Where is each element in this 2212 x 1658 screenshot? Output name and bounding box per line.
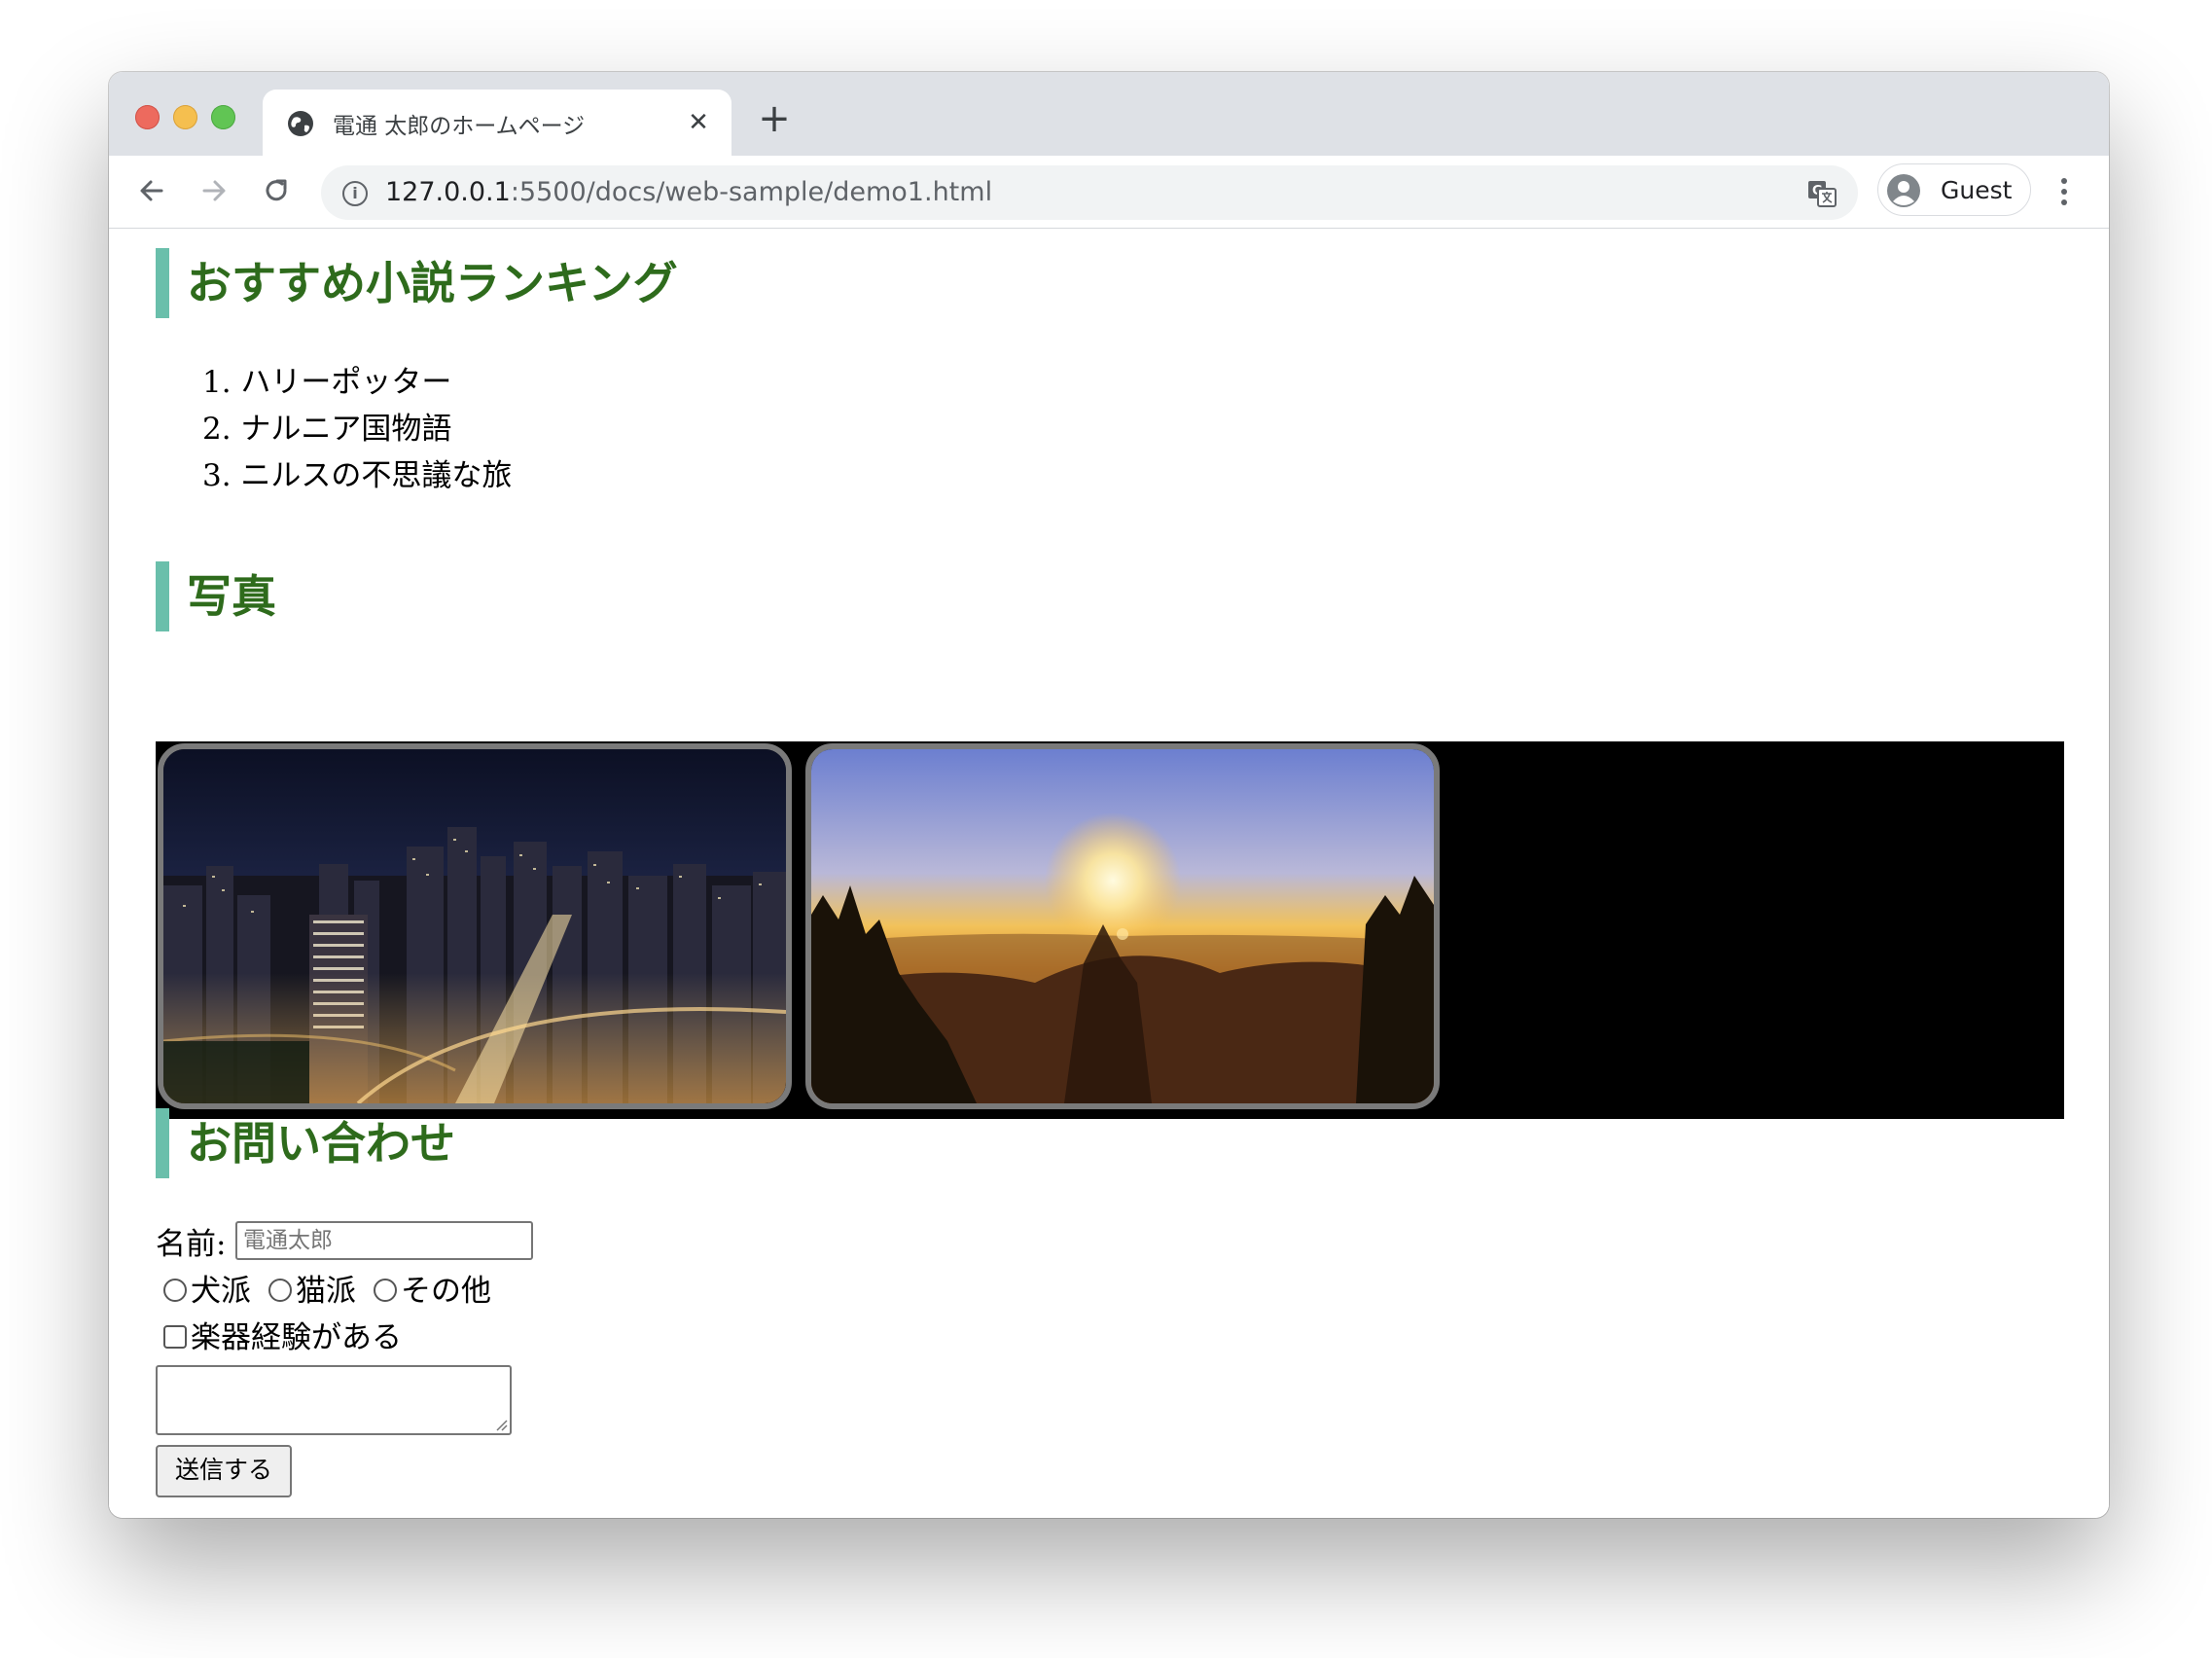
radio-cat[interactable] bbox=[268, 1278, 292, 1302]
url-path: :5500/docs/web-sample/demo1.html bbox=[510, 177, 993, 207]
tab-strip: 電通 太郎のホームページ ✕ + bbox=[109, 72, 2109, 156]
site-info-icon[interactable]: i bbox=[342, 181, 368, 206]
browser-toolbar: i 127.0.0.1:5500/docs/web-sample/demo1.h… bbox=[109, 156, 2109, 229]
radio-dog[interactable] bbox=[163, 1278, 187, 1302]
ranking-item: 1. ハリーポッター bbox=[202, 365, 452, 400]
profile-button[interactable]: Guest bbox=[1877, 163, 2031, 216]
name-row: 名前: bbox=[156, 1219, 226, 1263]
close-tab-icon[interactable]: ✕ bbox=[685, 109, 712, 136]
message-textarea[interactable] bbox=[156, 1365, 512, 1435]
address-bar[interactable]: i 127.0.0.1:5500/docs/web-sample/demo1.h… bbox=[321, 165, 1858, 220]
url-host: 127.0.0.1 bbox=[385, 177, 511, 207]
forward-arrow-icon[interactable] bbox=[196, 173, 232, 208]
reload-icon[interactable] bbox=[259, 173, 294, 208]
window-minimize-button[interactable] bbox=[173, 105, 197, 129]
photo-gallery bbox=[156, 741, 2064, 1119]
radio-other-label: その他 bbox=[401, 1274, 491, 1309]
radio-cat-label: 猫派 bbox=[296, 1274, 356, 1309]
profile-label: Guest bbox=[1941, 176, 2013, 204]
browser-tab[interactable]: 電通 太郎のホームページ ✕ bbox=[263, 90, 731, 156]
window-close-button[interactable] bbox=[135, 105, 160, 129]
pet-preference-row: 犬派 猫派 その他 bbox=[156, 1266, 501, 1310]
sunrise-mountain-image bbox=[805, 743, 1440, 1109]
contact-heading: お問い合わせ bbox=[156, 1108, 455, 1178]
instrument-checkbox[interactable] bbox=[163, 1324, 187, 1349]
radio-other[interactable] bbox=[374, 1278, 397, 1302]
more-menu-icon[interactable] bbox=[2054, 173, 2074, 210]
radio-dog-label: 犬派 bbox=[191, 1274, 251, 1309]
browser-window: 電通 太郎のホームページ ✕ + i 127.0.0.1:5500/docs/w… bbox=[109, 72, 2109, 1518]
globe-icon bbox=[288, 111, 313, 136]
tab-title: 電通 太郎のホームページ bbox=[333, 114, 586, 139]
name-input[interactable] bbox=[235, 1221, 533, 1260]
page-content: おすすめ小説ランキング 1. ハリーポッター 2. ナルニア国物語 3. ニルス… bbox=[109, 229, 2109, 1518]
resize-grip-icon[interactable] bbox=[494, 1418, 508, 1431]
ranking-item: 3. ニルスの不思議な旅 bbox=[202, 458, 513, 493]
city-night-view-image bbox=[158, 743, 792, 1109]
contact-heading-text: お問い合わせ bbox=[187, 1117, 455, 1170]
instrument-row: 楽器経験がある bbox=[156, 1313, 402, 1356]
submit-button[interactable]: 送信する bbox=[156, 1445, 292, 1497]
window-maximize-button[interactable] bbox=[211, 105, 235, 129]
name-label: 名前: bbox=[156, 1227, 227, 1262]
photo-heading: 写真 bbox=[156, 561, 276, 631]
avatar-icon bbox=[1887, 174, 1920, 207]
photo-heading-text: 写真 bbox=[187, 570, 276, 623]
ranking-heading: おすすめ小説ランキング bbox=[156, 248, 678, 318]
ranking-heading-text: おすすめ小説ランキング bbox=[187, 257, 678, 309]
back-arrow-icon[interactable] bbox=[134, 173, 169, 208]
ranking-list: 1. ハリーポッター 2. ナルニア国物語 3. ニルスの不思議な旅 bbox=[202, 359, 512, 499]
address-url[interactable]: 127.0.0.1:5500/docs/web-sample/demo1.htm… bbox=[385, 177, 992, 207]
translate-icon[interactable]: G bbox=[1805, 177, 1838, 210]
new-tab-button[interactable]: + bbox=[755, 99, 794, 138]
ranking-item: 2. ナルニア国物語 bbox=[202, 412, 452, 447]
instrument-label: 楽器経験がある bbox=[191, 1320, 402, 1355]
